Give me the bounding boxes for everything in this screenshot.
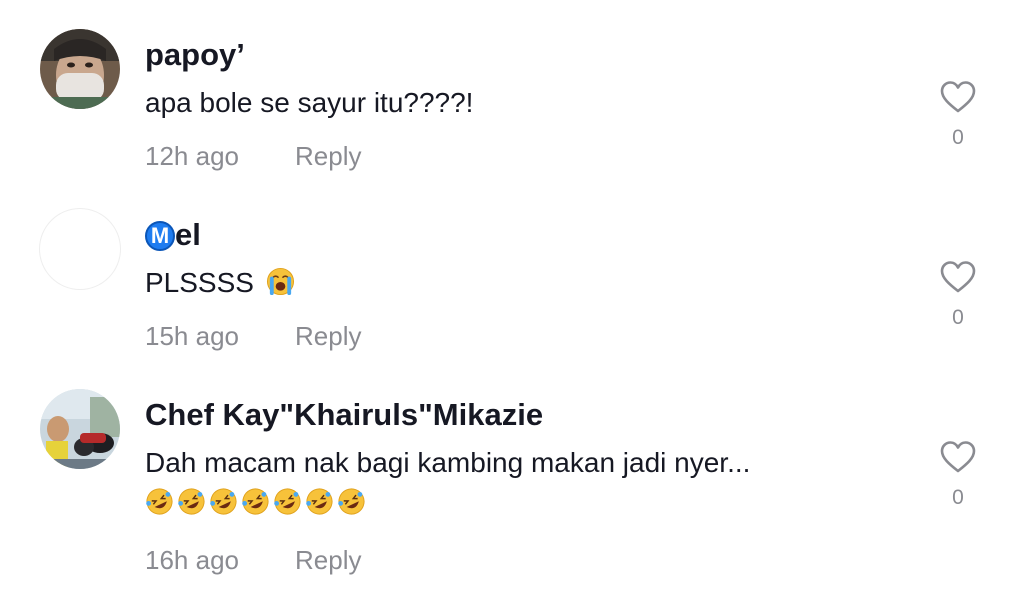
rofl-emoji-icon: [178, 488, 205, 515]
comment-text: Dah macam nak bagi kambing makan jadi ny…: [145, 447, 751, 478]
like-button[interactable]: 0: [938, 260, 978, 330]
comment-meta: 15h ago Reply: [145, 320, 361, 352]
comment-username[interactable]: Chef Kay"Khairuls"Mikazie: [145, 396, 543, 434]
heart-icon: [940, 81, 976, 113]
heart-icon: [940, 261, 976, 293]
like-count: 0: [952, 126, 964, 149]
avatar[interactable]: [40, 29, 120, 109]
m-badge-icon: M: [145, 221, 175, 251]
comment-text: apa bole se sayur itu????!: [145, 87, 474, 118]
like-button[interactable]: 0: [938, 440, 978, 510]
reply-button[interactable]: Reply: [295, 320, 361, 352]
comment-text: PLSSSS: [145, 265, 295, 301]
reply-button[interactable]: Reply: [295, 544, 361, 576]
comment-text-content: PLSSSS: [145, 267, 254, 298]
comment-username[interactable]: papoy’: [145, 36, 245, 74]
emoji-line: [145, 487, 366, 516]
rofl-emoji-icon: [146, 488, 173, 515]
like-button[interactable]: 0: [938, 80, 978, 150]
loudly-crying-face-icon: [266, 267, 294, 296]
comment-username[interactable]: Mel: [145, 216, 201, 254]
avatar[interactable]: [40, 209, 120, 289]
rofl-emoji-icon: [242, 488, 269, 515]
comment-timestamp: 12h ago: [145, 141, 239, 171]
like-count: 0: [952, 486, 964, 509]
reply-button[interactable]: Reply: [295, 140, 361, 172]
heart-icon: [940, 441, 976, 473]
rofl-emoji-icon: [210, 488, 237, 515]
rofl-emoji-icon: [306, 488, 333, 515]
comment-meta: 12h ago Reply: [145, 140, 361, 172]
avatar[interactable]: [40, 389, 120, 469]
rofl-emoji-icon: [274, 488, 301, 515]
comment-timestamp: 16h ago: [145, 545, 239, 575]
like-count: 0: [952, 306, 964, 329]
rofl-emoji-icon: [338, 488, 365, 515]
comment-list: papoy’ apa bole se sayur itu????! 12h ag…: [0, 0, 1026, 594]
comment-timestamp: 15h ago: [145, 321, 239, 351]
comment-meta: 16h ago Reply: [145, 544, 361, 576]
username-text: el: [175, 217, 201, 252]
